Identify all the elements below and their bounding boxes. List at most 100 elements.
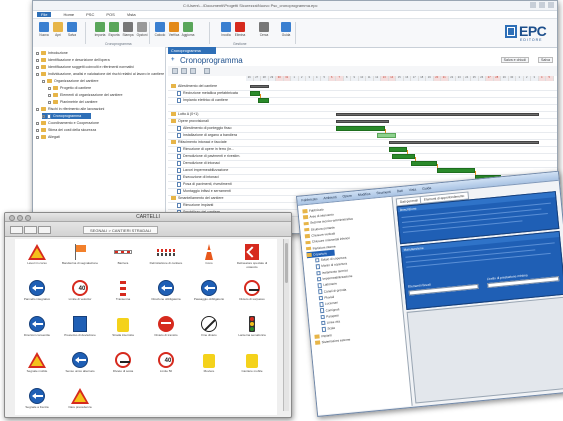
tree-item[interactable]: Progetto di cantiere <box>48 85 91 91</box>
sign-item[interactable]: Transenna <box>103 277 143 312</box>
sign-item[interactable]: Cantiere mobile <box>232 349 272 384</box>
sign-item[interactable]: Preavviso di deviazione <box>60 313 100 348</box>
save-close-button[interactable]: Salva e chiudi <box>500 57 529 63</box>
signs-scrollbar[interactable] <box>283 239 289 411</box>
sign-item[interactable]: Delimitazione di cantiere <box>146 241 186 276</box>
sign-item[interactable]: Barriera <box>103 241 143 276</box>
gantt-bar[interactable] <box>411 161 438 166</box>
sign-item[interactable]: Lavori in corso <box>17 241 57 276</box>
tree-item[interactable]: Organizzazione del cantiere <box>42 78 99 84</box>
sign-item[interactable]: Divieto di sosta <box>103 349 143 384</box>
form-menu-item[interactable]: Dati <box>397 189 403 194</box>
sign-item[interactable]: Cono <box>189 241 229 276</box>
form-menu-item[interactable]: Opere <box>342 194 352 199</box>
ribbon-opzioni-button[interactable]: Opzioni <box>135 22 149 37</box>
close-icon[interactable] <box>548 2 554 8</box>
ribbon-aggiorna-button[interactable]: Aggiorna <box>181 22 195 37</box>
ribbon-apri-button[interactable]: Apri <box>51 22 65 37</box>
gantt-task[interactable]: Lavori impermeabilizzazione <box>177 167 228 173</box>
tree-item[interactable]: Rischi in riferimento alle lavorazioni <box>36 106 104 112</box>
gantt-task[interactable]: Posa di pavimenti, rivestimenti <box>177 181 232 187</box>
gantt-task[interactable]: Allestimento di ponteggio fisso <box>177 125 232 131</box>
ribbon-importa-button[interactable]: Importa <box>93 22 107 37</box>
gantt-task[interactable]: Opere provvisionali <box>171 118 209 124</box>
expand-toggle-icon[interactable] <box>48 100 51 104</box>
link-icon[interactable] <box>190 68 196 74</box>
gantt-task[interactable]: Impianto elettrico di cantiere <box>177 97 228 103</box>
expand-toggle-icon[interactable] <box>36 58 39 62</box>
expand-toggle-icon[interactable] <box>36 72 39 76</box>
gantt-bar[interactable] <box>336 120 389 123</box>
sign-item[interactable]: Pannello integrativo <box>17 277 57 312</box>
tree-item[interactable]: Identificazione soggetti coinvolti e rif… <box>36 64 134 70</box>
sign-item[interactable]: Segnale a freccia <box>17 385 57 417</box>
tree-item[interactable]: Planimetrie del cantiere <box>48 99 98 105</box>
zoom-out-icon[interactable] <box>181 68 187 74</box>
gantt-bar[interactable] <box>336 126 385 131</box>
indent-icon[interactable] <box>204 68 210 74</box>
sign-item[interactable]: Divieto di sorpasso <box>232 277 272 312</box>
menu-file[interactable]: File <box>37 12 52 17</box>
gantt-bar[interactable] <box>437 168 475 173</box>
sign-item[interactable]: Lanterna semaforica <box>232 313 272 348</box>
gantt-bar[interactable] <box>377 133 396 138</box>
expand-icon[interactable]: + <box>171 57 175 63</box>
gantt-task[interactable]: Recinzione metallica prefabbricata <box>177 90 238 96</box>
expand-toggle-icon[interactable] <box>36 135 39 139</box>
sign-item[interactable]: 40 Limite di velocita' <box>60 277 100 312</box>
form-menu-item[interactable]: Guida <box>422 186 431 191</box>
sign-item[interactable]: Strada interrotta <box>103 313 143 348</box>
tree-item[interactable]: Coordinamento e Cooperazione <box>36 120 99 126</box>
form-menu-item[interactable]: Modifica <box>358 192 371 197</box>
gantt-bar[interactable] <box>336 113 539 116</box>
gantt-task[interactable]: Montaggio infissi e serramenti <box>177 188 231 194</box>
form-menu-item[interactable]: Ambienti <box>323 195 337 200</box>
sign-item[interactable]: Senso unico alternato <box>60 349 100 384</box>
tree-item[interactable]: Individuazione, analisi e valutazione de… <box>36 71 164 77</box>
gantt-bar[interactable] <box>388 141 539 144</box>
sign-item[interactable]: Moviere <box>189 349 229 384</box>
sign-item[interactable]: Passaggio obbligatorio <box>189 277 229 312</box>
tree-item[interactable]: Elementi di organizzazione del cantiere <box>48 92 123 98</box>
gantt-task[interactable]: Demolizione di pavimenti e rivestim. <box>177 153 240 159</box>
expand-toggle-icon[interactable] <box>42 114 45 118</box>
sign-item[interactable]: Direzioni consentite <box>17 313 57 348</box>
sign-item[interactable]: Direzione obbligatoria <box>146 277 186 312</box>
scroll-thumb[interactable] <box>285 243 288 283</box>
back-button[interactable] <box>10 226 23 234</box>
sign-item[interactable]: Bandierina di segnalazione <box>60 241 100 276</box>
gantt-bar[interactable] <box>392 154 415 159</box>
minimize-icon[interactable] <box>530 2 536 8</box>
sign-item[interactable]: Divieto di transito <box>146 313 186 348</box>
ribbon-elimina-button[interactable]: Elimina <box>233 22 247 37</box>
tree-item[interactable]: Allegati <box>36 134 60 140</box>
ribbon-esporta-button[interactable]: Esporta <box>107 22 121 37</box>
sign-item[interactable]: Segnale mobile <box>17 349 57 384</box>
tab-cronoprogramma[interactable]: Cronoprogramma <box>168 47 216 54</box>
gantt-task[interactable]: Lotto A (0+1) <box>171 111 198 117</box>
menu-psc[interactable]: PSC <box>86 12 94 17</box>
breadcrumb[interactable]: SEGNALI > CANTIERI STRADALI <box>83 226 159 234</box>
ribbon-salva-button[interactable]: Salva <box>65 22 79 37</box>
notes-area[interactable] <box>406 296 563 404</box>
menu-home[interactable]: Home <box>63 12 74 17</box>
form-menu-item[interactable]: Vista <box>409 187 417 192</box>
sign-item[interactable]: Dare precedenza <box>60 385 100 417</box>
gantt-bar[interactable] <box>388 147 408 152</box>
ribbon-nuova-button[interactable]: Nuova <box>37 22 51 37</box>
gantt-task[interactable]: Installazione di argano a bandiera <box>177 132 237 138</box>
tree-item[interactable]: Stima dei costi della sicurezza <box>36 127 96 133</box>
gantt-task[interactable]: Rimozione di opere in ferro (in... <box>177 146 234 152</box>
gantt-task[interactable]: Allestimento del cantiere <box>171 83 217 89</box>
gantt-task[interactable]: Rimozione impianti <box>177 202 213 208</box>
tree-item[interactable]: Cronoprogramma <box>42 113 92 119</box>
forward-button[interactable] <box>24 226 37 234</box>
gantt-task[interactable]: Demolizione di intonaci <box>177 160 220 166</box>
zoom-in-icon[interactable] <box>172 68 178 74</box>
tree-item[interactable]: Introduzione <box>36 50 68 56</box>
expand-toggle-icon[interactable] <box>48 93 51 97</box>
expand-toggle-icon[interactable] <box>36 65 39 69</box>
view-toggle-button[interactable] <box>38 226 51 234</box>
form-menu-item[interactable]: Strumenti <box>376 190 391 195</box>
ribbon-cerca-button[interactable]: Cerca <box>257 22 271 37</box>
